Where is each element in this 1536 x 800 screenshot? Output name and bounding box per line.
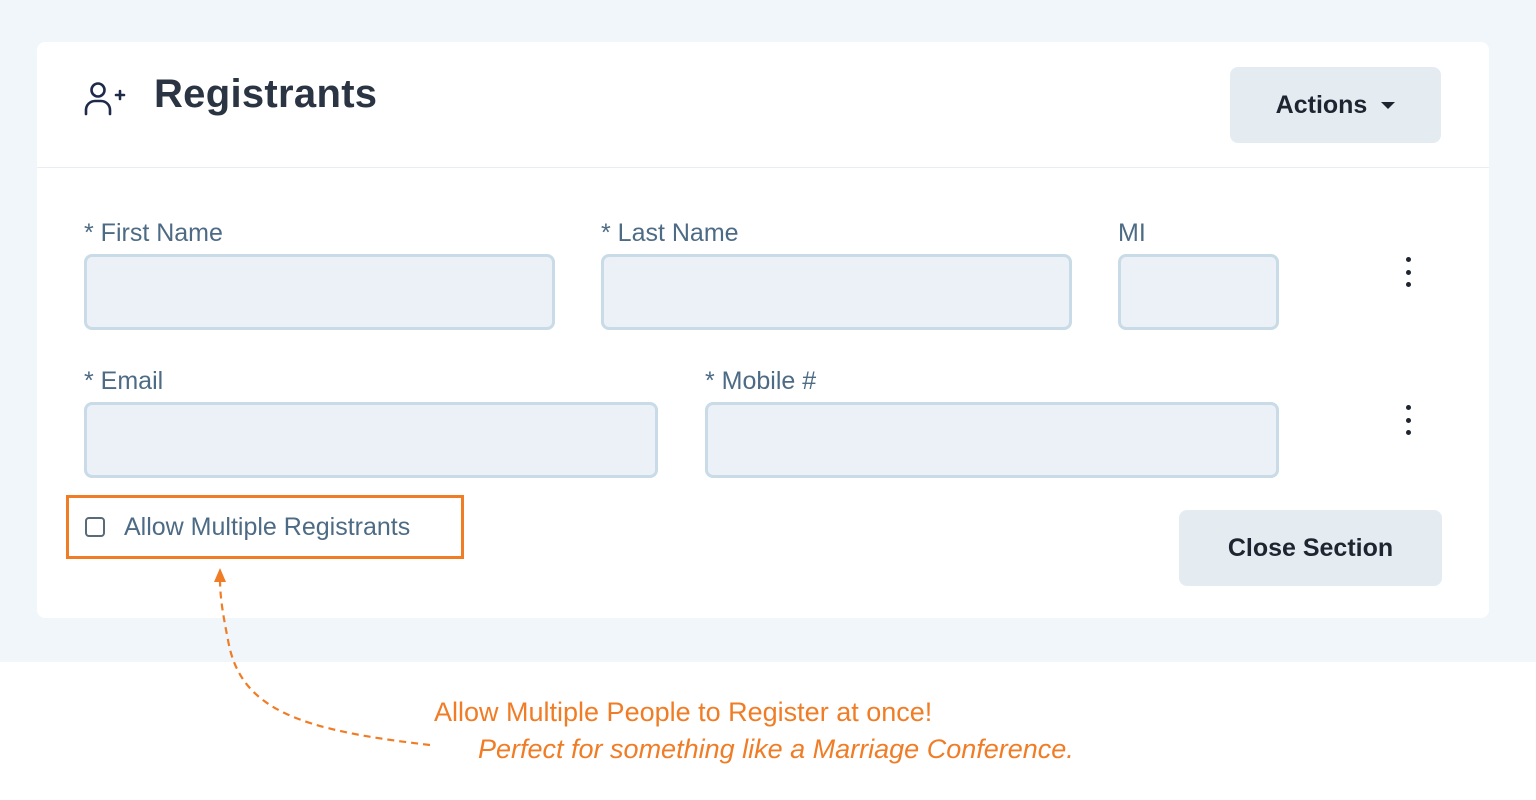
callout-headline: Allow Multiple People to Register at onc… [434,697,933,727]
callout-arrow [214,568,431,747]
callout-subline: Perfect for something like a Marriage Co… [478,734,1074,764]
